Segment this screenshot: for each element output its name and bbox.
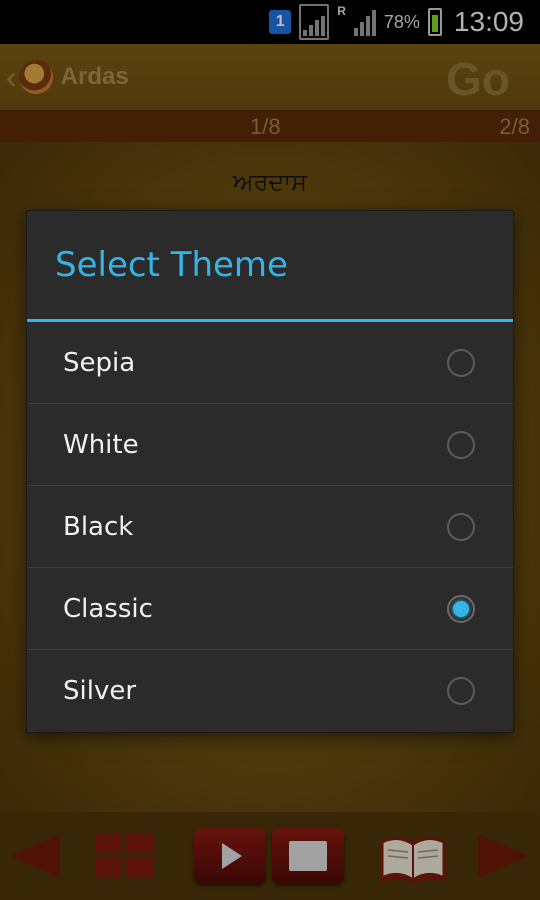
theme-option-label: Sepia	[63, 347, 136, 378]
theme-option-label: Black	[63, 511, 134, 542]
theme-option-label: Silver	[63, 676, 137, 706]
theme-option-classic[interactable]: Classic	[27, 568, 513, 650]
radio-unchecked-icon[interactable]	[447, 677, 475, 705]
dialog-title: Select Theme	[55, 245, 288, 285]
theme-option-silver[interactable]: Silver	[27, 650, 513, 732]
theme-option-label: Classic	[63, 593, 153, 624]
theme-option-white[interactable]: White	[27, 404, 513, 486]
select-theme-dialog: Select Theme Sepia White Black Classic Silve…	[27, 211, 513, 732]
radio-unchecked-icon[interactable]	[447, 348, 475, 377]
theme-option-black[interactable]: Black	[27, 486, 513, 568]
radio-unchecked-icon[interactable]	[447, 512, 475, 541]
radio-unchecked-icon[interactable]	[447, 430, 475, 459]
theme-option-sepia[interactable]: Sepia	[27, 322, 513, 404]
theme-option-label: White	[63, 429, 139, 460]
theme-options-list: Sepia White Black Classic Silver	[27, 322, 513, 732]
radio-checked-icon[interactable]	[447, 594, 475, 623]
